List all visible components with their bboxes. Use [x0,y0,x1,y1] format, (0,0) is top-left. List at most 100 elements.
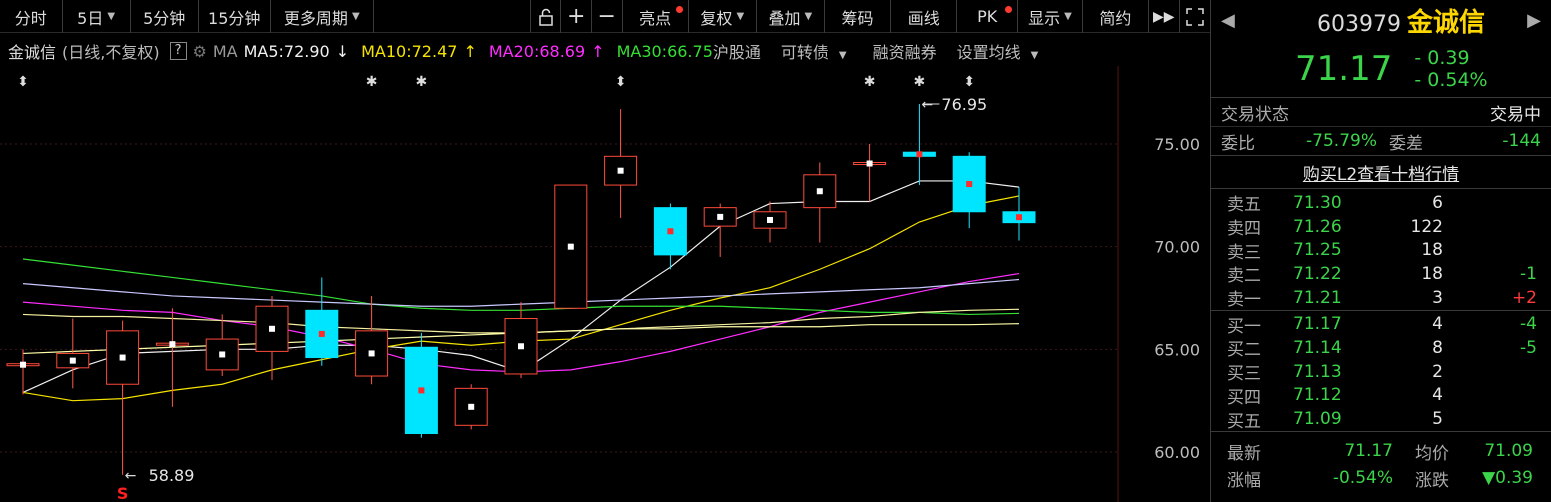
tab-15min-label: 15分钟 [208,8,261,28]
chg-value: ▼0.39 [1482,468,1533,489]
bid-row[interactable]: 买二 71.14 8 -5 [1211,336,1551,361]
level-price: 71.26 [1293,216,1342,237]
chart-mode: (日线,不复权) [62,43,160,62]
double-chevron-right-icon: ▶▶ [1153,8,1175,25]
ask-row[interactable]: 卖四 71.26 122 [1211,215,1551,240]
status-value: 交易中 [1490,104,1541,125]
candle-marker [866,160,873,167]
diff-label: 委差 [1389,133,1423,154]
candle-marker [667,228,674,235]
highlights-label: 亮点 [639,8,672,28]
notification-dot [675,6,683,13]
chevron-down-icon: ▼ [1030,50,1039,61]
zoom-out-button[interactable]: − [592,0,623,33]
level-price: 71.13 [1293,361,1342,382]
candle-marker [966,181,973,188]
level-volume: 18 [1421,263,1443,284]
bid-row[interactable]: 买三 71.13 2 [1211,360,1551,385]
tab-5min[interactable]: 5分钟 [131,0,199,33]
bid-row[interactable]: 买四 71.12 4 [1211,384,1551,408]
tab-intraday[interactable]: 分时 [0,0,63,33]
fullscreen-button[interactable] [1180,0,1210,33]
tab-intraday-label: 分时 [14,8,47,28]
help-button[interactable]: ? [169,42,187,60]
chevron-down-icon: ▼ [838,50,847,61]
level-label: 卖五 [1227,195,1261,216]
level-volume: 122 [1410,216,1443,237]
next-stock-button[interactable]: ▶ [1527,10,1541,31]
level-price: 71.12 [1293,385,1342,406]
level-price: 71.17 [1293,314,1342,335]
level-volume: 4 [1432,314,1443,335]
link-hk-connect[interactable]: 沪股通 [713,39,761,63]
bid-row[interactable]: 买五 71.09 5 [1211,407,1551,432]
level-label: 买二 [1227,340,1261,361]
y-tick-label: 75.00 [1154,135,1200,154]
gear-icon[interactable]: ⚙ [193,42,207,61]
updown-icon: ⬍ [615,74,627,90]
avg-value: 71.09 [1484,441,1533,462]
stock-title: 603979 金诚信 [1277,2,1485,39]
adjust-button[interactable]: 复权 ▼ [689,0,757,33]
level-price: 71.14 [1293,337,1342,358]
pct-label: 涨幅 [1227,470,1261,491]
pct-value: -0.54% [1332,468,1393,489]
level-delta: -5 [1520,337,1537,358]
level-volume: 18 [1421,240,1443,261]
arrow-left-icon: ← [125,468,137,484]
highlights-button[interactable]: 亮点 [623,0,689,33]
chips-label: 筹码 [841,8,874,28]
chips-button[interactable]: 筹码 [825,0,892,33]
simple-button[interactable]: 简约 [1083,0,1150,33]
level-delta: +2 [1511,287,1537,308]
candle-marker [318,330,325,337]
y-tick-label: 65.00 [1154,340,1200,359]
l2-purchase-link[interactable]: 购买L2查看十档行情 [1211,156,1551,189]
link-convertible[interactable]: 可转债 ▼ [781,39,853,63]
sell-signal-marker: S [117,484,129,502]
level-label: 买四 [1227,387,1261,408]
draw-button[interactable]: 画线 [891,0,958,33]
ask-row[interactable]: 卖一 71.21 3 +2 [1211,286,1551,311]
adjust-label: 复权 [700,8,733,28]
candle-marker [717,213,724,220]
ask-row[interactable]: 卖五 71.30 6 [1211,191,1551,216]
tab-15min[interactable]: 15分钟 [199,0,271,33]
bid-row[interactable]: 买一 71.17 4 -4 [1211,312,1551,337]
prev-stock-button[interactable]: ◀ [1221,10,1235,31]
diff-value: -144 [1502,131,1541,151]
ma5-value: MA5:72.90 ↓ [244,42,356,61]
level-price: 71.09 [1293,409,1342,430]
arrow-left-icon: ← [921,97,933,113]
asterisk-icon: ✱ [914,74,926,90]
draw-label: 画线 [907,8,940,28]
display-button[interactable]: 显示 ▼ [1018,0,1083,33]
order-book: 卖五 71.30 6 卖四 71.26 122 卖三 71.25 18 卖二 71.22 18 -1 卖一… [1211,189,1551,432]
level-label: 买五 [1227,411,1261,432]
expand-right-button[interactable]: ▶▶ [1149,0,1180,33]
level-price: 71.30 [1293,192,1342,213]
pk-button[interactable]: PK [957,0,1019,33]
lock-button[interactable] [531,0,562,33]
ask-row[interactable]: 卖三 71.25 18 [1211,238,1551,263]
zoom-in-button[interactable]: + [561,0,592,33]
display-label: 显示 [1028,8,1061,28]
link-margin[interactable]: 融资融券 [873,39,937,63]
level-label: 买一 [1227,316,1261,337]
overlay-label: 叠加 [768,8,801,28]
tab-5day[interactable]: 5日 ▼ [63,0,131,33]
pk-label: PK [977,7,998,26]
ask-list: 卖五 71.30 6 卖四 71.26 122 卖三 71.25 18 卖二 71.22 18 -1 卖一… [1211,191,1551,311]
kline-chart[interactable]: 75.00 70.00 65.00 60.00 ⬍ ✱ ✱ ⬍ ✱ ✱ ⬍ ← 76.95 ← 58.89 S [0,66,1210,502]
candle-marker [767,216,773,223]
chevron-down-icon: ▼ [351,11,360,22]
chevron-down-icon: ▼ [1064,11,1072,22]
latest-value: 71.17 [1344,441,1393,462]
lock-icon [538,8,553,26]
ask-row[interactable]: 卖二 71.22 18 -1 [1211,262,1551,287]
overlay-button[interactable]: 叠加 ▼ [757,0,825,33]
asterisk-icon: ✱ [366,74,378,90]
asterisk-icon: ✱ [864,74,876,90]
link-set-ma[interactable]: 设置均线 ▼ [957,39,1045,63]
tab-more-periods[interactable]: 更多周期 ▼ [271,0,374,33]
